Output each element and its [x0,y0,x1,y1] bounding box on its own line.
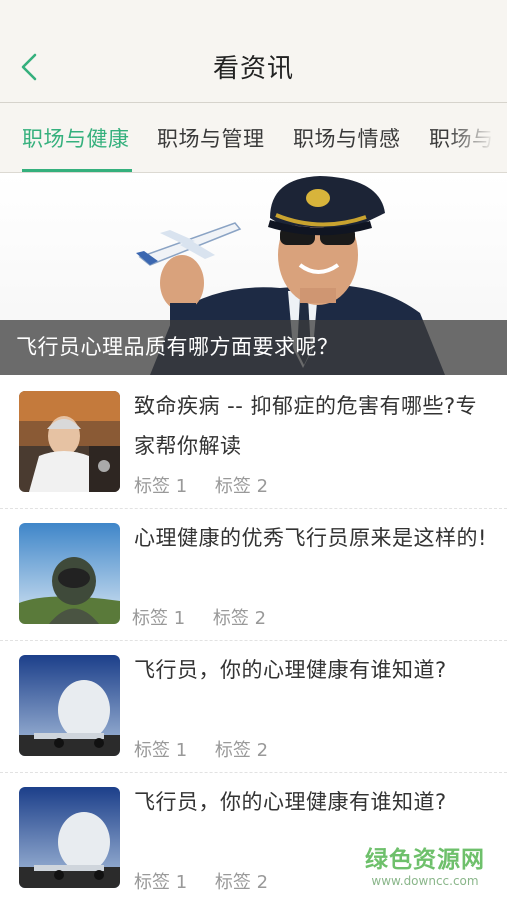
article-tags: 标签 1 标签 2 [134,868,290,894]
active-tab-indicator [22,169,132,172]
article-tags: 标签 1 标签 2 [134,736,290,762]
list-item[interactable]: 心理健康的优秀飞行员原来是这样的! 标签 1 标签 2 [0,508,507,641]
article-thumbnail [19,787,120,888]
tab-workplace-health[interactable]: 职场与健康 [22,123,130,153]
article-title: 飞行员，你的心理健康有谁知道? [134,790,447,814]
tag-label[interactable]: 标签 2 [215,476,268,497]
app-header: 看资讯 [0,0,507,103]
tag-label[interactable]: 标签 1 [132,608,185,629]
tab-workplace-emotion[interactable]: 职场与情感 [293,123,401,153]
category-tabs: 职场与健康 职场与管理 职场与情感 职场与 [0,103,507,173]
watermark-sub-text: www.downcc.com [371,874,479,888]
tag-label[interactable]: 标签 2 [213,608,266,629]
page-title: 看资讯 [212,54,294,84]
tag-label[interactable]: 标签 1 [134,476,187,497]
article-thumbnail [19,391,120,492]
list-item[interactable]: 致命疾病 -- 抑郁症的危害有哪些?专家帮你解读 标签 1 标签 2 [0,376,507,509]
tag-label[interactable]: 标签 1 [134,872,187,893]
article-thumbnail [19,655,120,756]
article-title: 飞行员，你的心理健康有谁知道? [134,658,447,682]
article-tags: 标签 1 标签 2 [132,604,288,630]
tag-label[interactable]: 标签 2 [215,872,268,893]
tabs-fade-overlay [447,103,507,172]
article-title: 致命疾病 -- 抑郁症的危害有哪些?专家帮你解读 [134,394,478,458]
banner-caption: 飞行员心理品质有哪方面要求呢？ [0,320,507,375]
tag-label[interactable]: 标签 1 [134,740,187,761]
featured-banner[interactable]: 飞行员心理品质有哪方面要求呢？ [0,173,507,375]
article-tags: 标签 1 标签 2 [134,472,290,498]
article-title: 心理健康的优秀飞行员原来是这样的! [134,526,487,550]
tag-label[interactable]: 标签 2 [215,740,268,761]
watermark-main-text: 绿色资源网 [365,847,485,873]
article-thumbnail [19,523,120,624]
list-item[interactable]: 飞行员，你的心理健康有谁知道? 标签 1 标签 2 [0,640,507,773]
tab-workplace-management[interactable]: 职场与管理 [157,123,265,153]
site-watermark: 绿色资源网 www.downcc.com [365,840,485,888]
